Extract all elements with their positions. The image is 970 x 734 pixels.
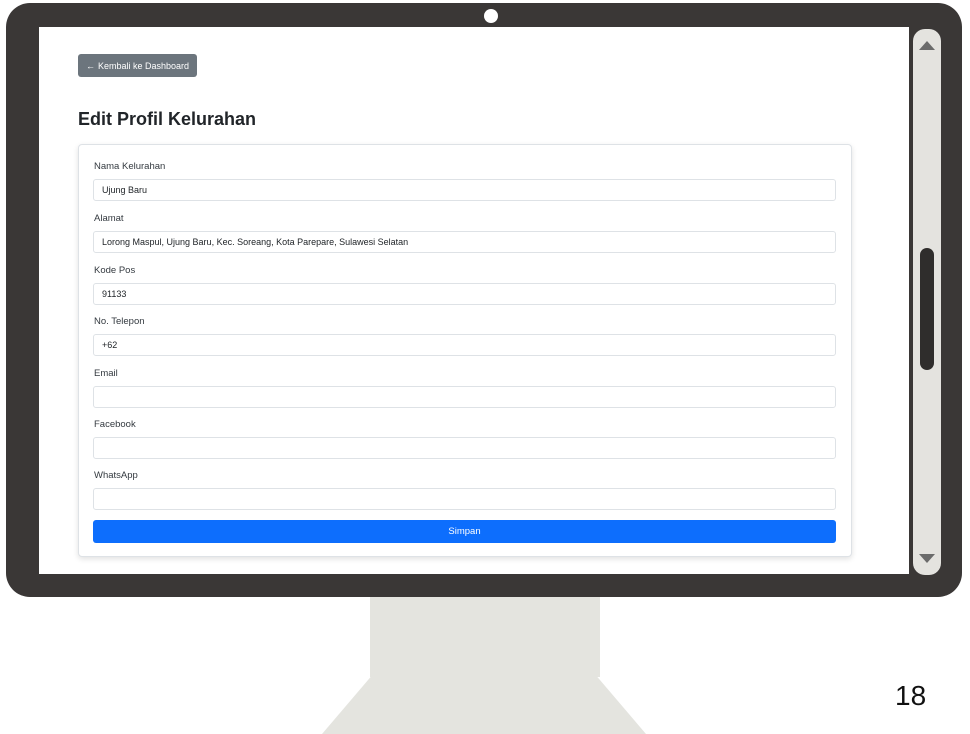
scrollbar-thumb[interactable] [920, 248, 934, 370]
monitor-frame: ← Kembali ke Dashboard Edit Profil Kelur… [6, 3, 962, 597]
nama-kelurahan-input[interactable] [93, 179, 836, 201]
telepon-input[interactable] [93, 334, 836, 356]
scroll-down-icon[interactable] [919, 554, 935, 563]
nama-kelurahan-label: Nama Kelurahan [94, 161, 166, 172]
telepon-label: No. Telepon [94, 316, 145, 327]
alamat-input[interactable] [93, 231, 836, 253]
slide-page-number: 18 [895, 680, 927, 711]
back-to-dashboard-button[interactable]: ← Kembali ke Dashboard [78, 54, 198, 77]
simpan-button[interactable]: Simpan [93, 520, 836, 543]
whatsapp-label: WhatsApp [94, 470, 138, 481]
whatsapp-input[interactable] [93, 488, 836, 510]
kode-pos-label: Kode Pos [94, 265, 136, 276]
page-title: Edit Profil Kelurahan [78, 109, 257, 129]
arrow-left-icon: ← [86, 60, 95, 71]
vertical-scrollbar[interactable] [913, 29, 941, 575]
browser-viewport: ← Kembali ke Dashboard Edit Profil Kelur… [39, 27, 909, 574]
camera-dot [484, 9, 498, 23]
monitor-stand-base [322, 677, 646, 734]
alamat-label: Alamat [94, 213, 124, 224]
email-label: Email [94, 368, 118, 379]
kode-pos-input[interactable] [93, 283, 836, 305]
facebook-input[interactable] [93, 437, 836, 459]
email-input[interactable] [93, 386, 836, 408]
profile-form-card: Nama Kelurahan Alamat Kode Pos No. Telep… [78, 144, 852, 557]
scroll-up-icon[interactable] [919, 41, 935, 50]
monitor-stand-neck [370, 597, 600, 677]
facebook-label: Facebook [94, 419, 136, 430]
back-button-label: Kembali ke Dashboard [98, 60, 190, 71]
